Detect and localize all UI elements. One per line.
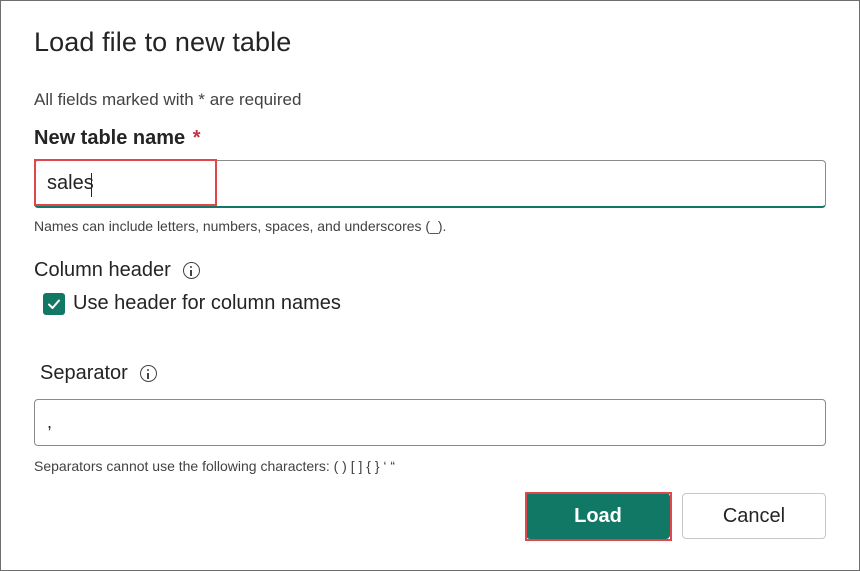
table-name-hint: Names can include letters, numbers, spac… (34, 218, 447, 234)
checkmark-icon (48, 299, 60, 309)
table-name-label: New table name * (34, 127, 201, 150)
required-asterisk: * (192, 127, 201, 149)
load-file-dialog: Load file to new table All fields marked… (0, 0, 860, 571)
use-header-checkbox[interactable] (43, 292, 65, 315)
column-header-label-text: Column header (34, 259, 171, 281)
required-fields-note: All fields marked with * are required (34, 90, 302, 109)
table-name-input[interactable] (34, 160, 826, 208)
use-header-checkbox-row[interactable]: Use header for column names (43, 292, 341, 315)
separator-label-text: Separator (40, 362, 128, 384)
separator-label: Separator (40, 362, 157, 385)
separator-input[interactable] (34, 399, 826, 446)
load-button[interactable]: Load (526, 493, 670, 539)
separator-hint: Separators cannot use the following char… (34, 458, 396, 474)
dialog-title: Load file to new table (34, 27, 292, 57)
info-icon[interactable] (139, 365, 157, 382)
table-name-label-text: New table name (34, 127, 186, 149)
cancel-button[interactable]: Cancel (682, 493, 826, 539)
text-caret (91, 173, 92, 197)
use-header-checkbox-label[interactable]: Use header for column names (73, 292, 341, 315)
info-icon[interactable] (182, 262, 200, 279)
column-header-label: Column header (34, 259, 200, 282)
